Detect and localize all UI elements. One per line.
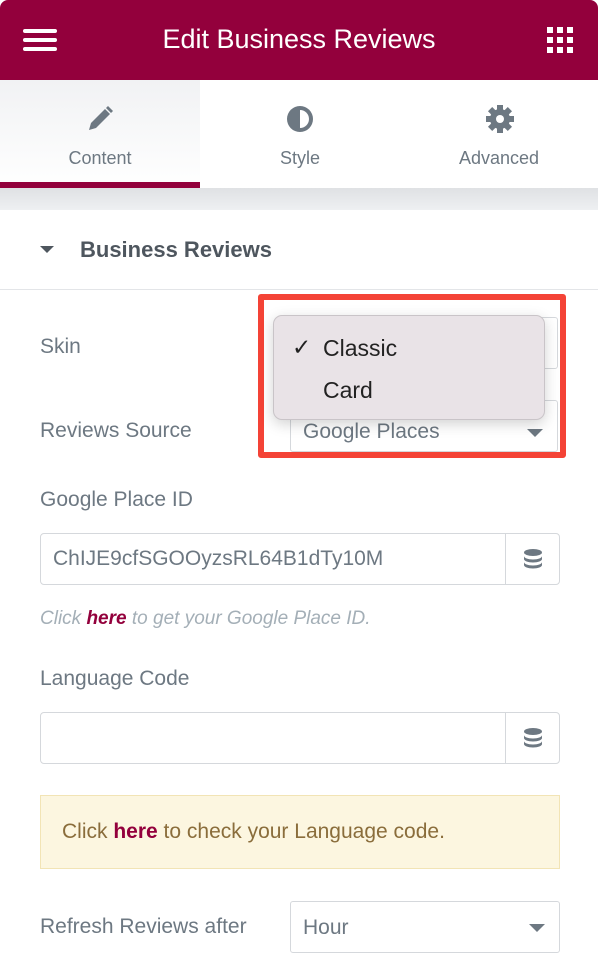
tab-label: Content: [68, 148, 132, 168]
option-classic[interactable]: Classic: [323, 335, 397, 362]
panel-title: Edit Business Reviews: [162, 24, 436, 54]
language-input[interactable]: [40, 712, 560, 764]
half-circle-icon: [287, 106, 313, 132]
checkmark-icon: ✓: [292, 334, 312, 360]
reviews-source-label: Reviews Source: [40, 419, 192, 442]
tab-style[interactable]: Style: [200, 80, 400, 188]
tab-label: Advanced: [458, 148, 540, 168]
chevron-down-icon: [529, 924, 545, 932]
gear-icon: [486, 105, 514, 133]
grid-icon[interactable]: [547, 27, 573, 53]
divider: [0, 188, 598, 210]
place-id-link[interactable]: here: [86, 608, 126, 629]
database-icon: [524, 549, 542, 569]
select-value: Hour: [303, 916, 349, 939]
tab-advanced[interactable]: Advanced: [400, 80, 598, 188]
dynamic-tags-button[interactable]: [505, 534, 559, 584]
skin-dropdown-menu: ✓ Classic Card: [273, 315, 545, 420]
alert-text: to check your Language code.: [157, 820, 445, 843]
section-title: Business Reviews: [80, 237, 272, 262]
refresh-label: Refresh Reviews after: [40, 915, 247, 938]
tab-label: Style: [279, 148, 321, 168]
language-alert: Click here to check your Language code.: [40, 795, 560, 869]
pencil-icon: [89, 106, 113, 130]
help-text: to get your Google Place ID.: [126, 608, 371, 629]
option-card[interactable]: Card: [323, 377, 373, 404]
caret-down-icon: [40, 246, 54, 253]
place-id-label: Google Place ID: [40, 488, 193, 511]
skin-label: Skin: [40, 335, 81, 358]
alert-text: Click: [62, 820, 114, 843]
language-label: Language Code: [40, 667, 190, 690]
panel-header: Edit Business Reviews: [0, 0, 598, 80]
place-id-input[interactable]: ChIJE9cfSGOOyzsRL64B1dTy10M: [40, 533, 560, 585]
language-link[interactable]: here: [113, 820, 157, 843]
section-header[interactable]: Business Reviews: [0, 210, 598, 290]
dynamic-tags-button[interactable]: [505, 713, 559, 763]
tab-content[interactable]: Content: [0, 80, 200, 188]
help-text: Click: [40, 608, 87, 629]
database-icon: [524, 728, 542, 748]
place-id-help: Click here to get your Google Place ID.: [40, 608, 371, 630]
refresh-select[interactable]: Hour: [290, 901, 560, 953]
place-id-value: ChIJE9cfSGOOyzsRL64B1dTy10M: [53, 547, 384, 570]
